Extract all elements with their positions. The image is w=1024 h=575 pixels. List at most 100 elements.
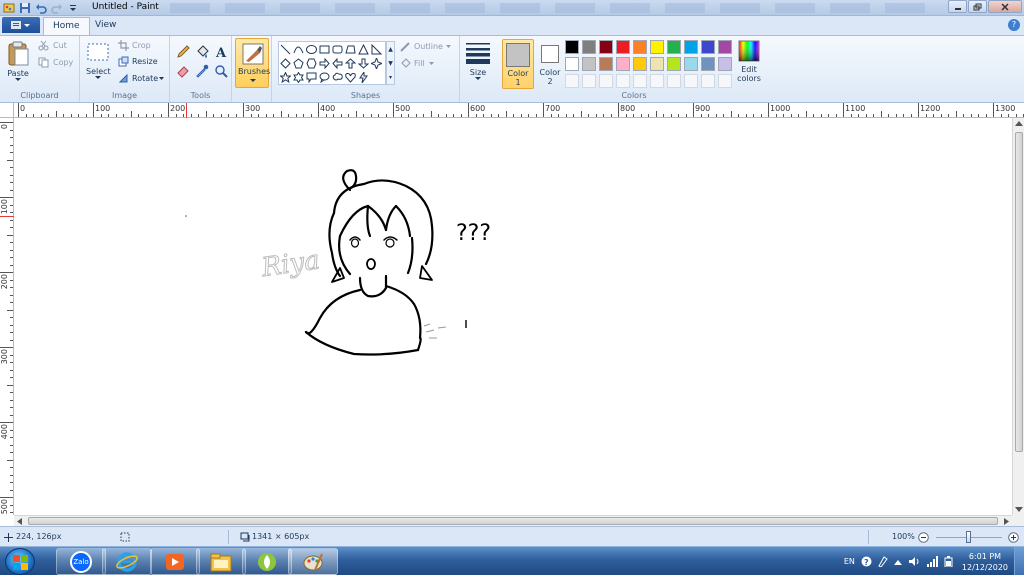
pen-tray-icon[interactable]	[878, 556, 888, 567]
size-button[interactable]: Size	[465, 41, 491, 81]
fill-icon[interactable]	[194, 44, 210, 60]
tab-home[interactable]: Home	[43, 17, 90, 35]
right-arrow-shape-icon[interactable]	[319, 57, 330, 69]
color-swatch[interactable]	[633, 57, 647, 71]
customize-qat-icon[interactable]	[66, 1, 79, 14]
volume-icon[interactable]	[908, 556, 920, 567]
help-icon[interactable]: ?	[1008, 19, 1020, 31]
color-swatch[interactable]	[718, 40, 732, 54]
scroll-left-icon[interactable]	[16, 518, 22, 525]
five-point-star-shape-icon[interactable]	[280, 71, 291, 83]
taskbar-app[interactable]	[242, 548, 292, 575]
color-swatch[interactable]	[684, 40, 698, 54]
hexagon-shape-icon[interactable]	[306, 58, 317, 69]
paint-app-icon[interactable]	[2, 1, 15, 14]
scroll-right-icon[interactable]	[1004, 518, 1010, 525]
drawing-canvas[interactable]: Riya ???	[14, 118, 1012, 515]
start-button[interactable]	[5, 548, 35, 575]
color-swatch[interactable]	[582, 40, 596, 54]
battery-icon[interactable]	[944, 556, 954, 567]
color-swatch[interactable]	[565, 40, 579, 54]
empty-color-swatch[interactable]	[582, 74, 596, 88]
close-button[interactable]	[988, 0, 1022, 13]
empty-color-swatch[interactable]	[667, 74, 681, 88]
scroll-down-icon[interactable]	[1015, 507, 1023, 513]
pentagon-shape-icon[interactable]	[293, 57, 304, 69]
color-swatch[interactable]	[599, 57, 613, 71]
paint-menu-button[interactable]	[2, 17, 40, 33]
up-arrow-shape-icon[interactable]	[345, 57, 356, 69]
empty-color-swatch[interactable]	[565, 74, 579, 88]
horizontal-scrollbar[interactable]	[14, 515, 1012, 526]
tab-view[interactable]: View	[86, 17, 125, 35]
taskbar-paint[interactable]	[288, 548, 338, 575]
color-swatch[interactable]	[684, 57, 698, 71]
empty-color-swatch[interactable]	[650, 74, 664, 88]
empty-color-swatch[interactable]	[718, 74, 732, 88]
taskbar-internet-explorer[interactable]	[102, 548, 152, 575]
empty-color-swatch[interactable]	[701, 74, 715, 88]
minimize-button[interactable]	[948, 0, 967, 13]
edit-colors-button[interactable]: Edit colors	[734, 40, 764, 83]
rounded-rectangle-shape-icon[interactable]	[332, 44, 343, 55]
help-tray-icon[interactable]: ?	[861, 556, 872, 567]
empty-color-swatch[interactable]	[599, 74, 613, 88]
shapes-scroll[interactable]: ▲ ▼ ▾	[386, 41, 395, 85]
color-swatch[interactable]	[650, 57, 664, 71]
color-swatch[interactable]	[582, 57, 596, 71]
triangle-shape-icon[interactable]	[358, 43, 369, 55]
zoom-slider-thumb[interactable]	[966, 531, 971, 543]
undo-icon[interactable]	[34, 1, 47, 14]
taskbar-media-player[interactable]	[150, 548, 200, 575]
show-desktop-button[interactable]	[1014, 547, 1024, 575]
color-swatch[interactable]	[616, 40, 630, 54]
color-swatch[interactable]	[718, 57, 732, 71]
rectangle-callout-shape-icon[interactable]	[306, 72, 317, 83]
taskbar-zalo[interactable]: Zalo	[56, 548, 106, 575]
vertical-scrollbar[interactable]	[1012, 118, 1024, 515]
color-swatch[interactable]	[667, 40, 681, 54]
polygon-shape-icon[interactable]	[345, 44, 356, 55]
diamond-shape-icon[interactable]	[280, 57, 291, 69]
color-swatch[interactable]	[616, 57, 630, 71]
color1-button[interactable]: Color 1	[502, 39, 534, 89]
empty-color-swatch[interactable]	[633, 74, 647, 88]
restore-button[interactable]	[968, 0, 987, 13]
language-indicator[interactable]: EN	[844, 557, 855, 566]
right-triangle-shape-icon[interactable]	[371, 43, 382, 55]
left-arrow-shape-icon[interactable]	[332, 57, 343, 69]
color-swatch[interactable]	[565, 57, 579, 71]
cloud-callout-shape-icon[interactable]	[332, 72, 343, 83]
eraser-icon[interactable]	[175, 63, 191, 79]
curve-shape-icon[interactable]	[293, 44, 304, 55]
network-icon[interactable]	[926, 556, 938, 567]
color-swatch[interactable]	[701, 57, 715, 71]
horizontal-scroll-thumb[interactable]	[28, 517, 998, 525]
empty-color-swatch[interactable]	[684, 74, 698, 88]
color2-button[interactable]: Color 2	[534, 39, 566, 89]
zoom-out-icon[interactable]	[918, 532, 929, 543]
oval-callout-shape-icon[interactable]	[319, 72, 330, 83]
color-swatch[interactable]	[650, 40, 664, 54]
vertical-scroll-thumb[interactable]	[1015, 132, 1023, 452]
color-swatch[interactable]	[701, 40, 715, 54]
color-swatch[interactable]	[599, 40, 613, 54]
six-point-star-shape-icon[interactable]	[293, 71, 304, 83]
scroll-up-icon[interactable]	[1015, 120, 1023, 126]
zoom-in-icon[interactable]	[1008, 532, 1019, 543]
paste-button[interactable]: Paste	[6, 40, 30, 82]
rectangle-shape-icon[interactable]	[319, 44, 330, 55]
save-icon[interactable]	[18, 1, 31, 14]
four-point-star-shape-icon[interactable]	[371, 57, 382, 69]
heart-shape-icon[interactable]	[345, 72, 356, 83]
color-swatch[interactable]	[667, 57, 681, 71]
pencil-icon[interactable]	[175, 44, 191, 60]
magnifier-icon[interactable]	[213, 63, 229, 79]
color-swatch[interactable]	[633, 40, 647, 54]
clock[interactable]: 6:01 PM 12/12/2020	[962, 551, 1008, 573]
line-shape-icon[interactable]	[280, 44, 291, 55]
redo-icon[interactable]	[50, 1, 63, 14]
down-arrow-shape-icon[interactable]	[358, 58, 369, 69]
color-picker-icon[interactable]	[194, 63, 210, 79]
lightning-shape-icon[interactable]	[358, 71, 369, 83]
